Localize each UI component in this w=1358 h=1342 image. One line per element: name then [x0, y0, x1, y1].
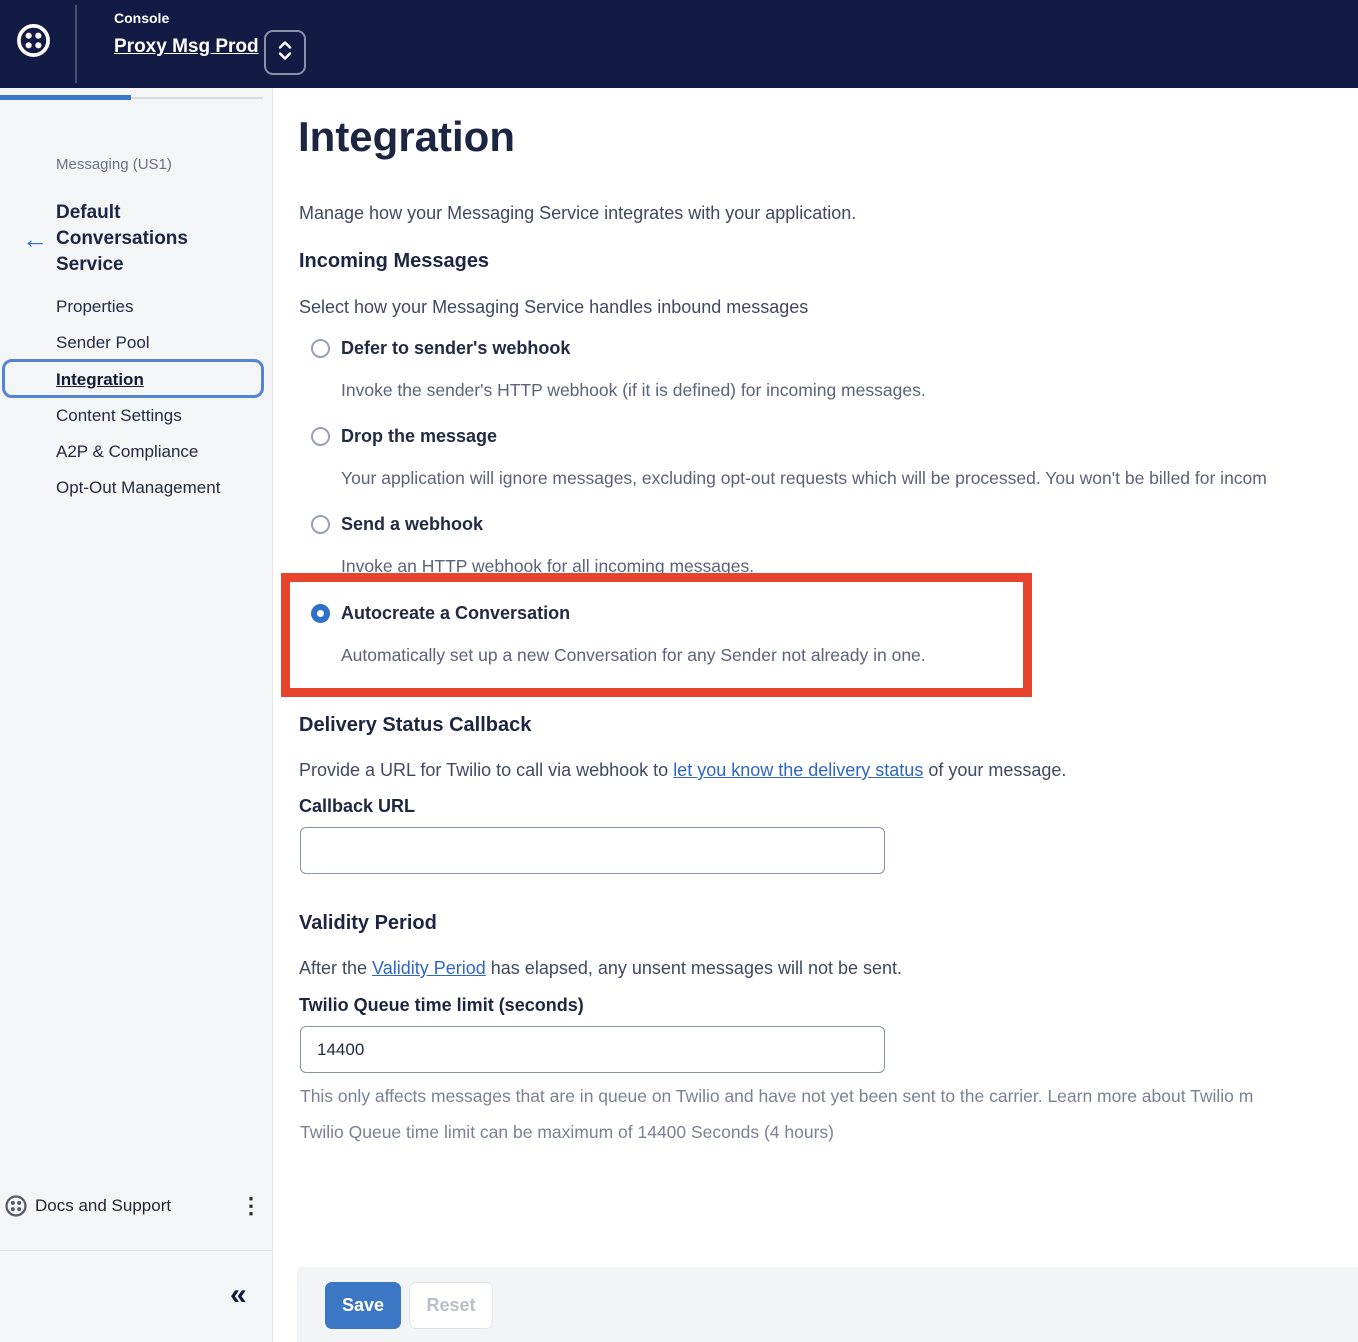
delivery-status-heading: Delivery Status Callback: [299, 714, 531, 737]
sidebar-section-label: Messaging (US1): [56, 156, 172, 173]
delivery-status-link[interactable]: let you know the delivery status: [673, 760, 923, 780]
radio-label[interactable]: Send a webhook: [341, 514, 483, 535]
radio-button-defer[interactable]: [311, 339, 330, 358]
sidebar: Messaging (US1) ← Default Conversations …: [0, 88, 273, 1342]
page-subtitle: Manage how your Messaging Service integr…: [299, 203, 856, 224]
sidebar-item-content-settings[interactable]: Content Settings: [56, 406, 256, 426]
sidebar-item-a2p-compliance[interactable]: A2P & Compliance: [56, 442, 256, 462]
radio-button-autocreate-selected[interactable]: [311, 604, 330, 623]
footer-action-bar: Save Reset: [297, 1267, 1358, 1342]
radio-description: Automatically set up a new Conversation …: [341, 645, 926, 666]
validity-period-description: After the Validity Period has elapsed, a…: [299, 958, 902, 979]
delivery-desc-prefix: Provide a URL for Twilio to call via web…: [299, 760, 673, 780]
account-name-link[interactable]: Proxy Msg Prod: [114, 36, 259, 58]
kebab-menu-icon[interactable]: ⋮: [240, 1190, 262, 1222]
sidebar-item-properties[interactable]: Properties: [56, 297, 256, 317]
navbar-divider: [75, 5, 77, 83]
back-arrow-icon[interactable]: ←: [22, 226, 48, 252]
collapse-sidebar-icon[interactable]: «: [230, 1280, 247, 1310]
incoming-messages-description: Select how your Messaging Service handle…: [299, 297, 808, 318]
delivery-desc-suffix: of your message.: [923, 760, 1066, 780]
up-down-chevron-icon: [277, 39, 293, 67]
radio-description: Invoke the sender's HTTP webhook (if it …: [341, 380, 926, 401]
callback-url-input[interactable]: [300, 827, 885, 874]
delivery-status-description: Provide a URL for Twilio to call via web…: [299, 760, 1066, 781]
validity-desc-suffix: has elapsed, any unsent messages will no…: [486, 958, 902, 978]
twilio-logo-icon[interactable]: [15, 22, 52, 64]
top-navbar: Console Proxy Msg Prod: [0, 0, 1358, 88]
queue-time-limit-label: Twilio Queue time limit (seconds): [299, 995, 584, 1016]
radio-description: Invoke an HTTP webhook for all incoming …: [341, 556, 754, 577]
console-label: Console: [114, 10, 169, 26]
radio-button-webhook[interactable]: [311, 515, 330, 534]
sidebar-service-name[interactable]: Default Conversations Service: [56, 200, 216, 278]
account-switcher-button[interactable]: [264, 30, 306, 75]
sidebar-item-sender-pool[interactable]: Sender Pool: [56, 333, 256, 353]
save-button[interactable]: Save: [325, 1282, 401, 1329]
sidebar-top-track: [131, 97, 263, 99]
incoming-messages-heading: Incoming Messages: [299, 250, 489, 273]
docs-and-support-label: Docs and Support: [35, 1196, 171, 1216]
validity-period-link[interactable]: Validity Period: [372, 958, 486, 978]
sidebar-item-integration[interactable]: Integration: [56, 370, 256, 390]
sidebar-top-progress-bar: [0, 95, 131, 100]
radio-label[interactable]: Defer to sender's webhook: [341, 338, 570, 359]
radio-label[interactable]: Autocreate a Conversation: [341, 603, 570, 624]
red-highlight-annotation-box: [281, 573, 1032, 697]
callback-url-label: Callback URL: [299, 796, 415, 817]
queue-time-limit-input[interactable]: [300, 1026, 885, 1073]
radio-label[interactable]: Drop the message: [341, 426, 497, 447]
life-ring-icon: [4, 1194, 28, 1223]
validity-desc-prefix: After the: [299, 958, 372, 978]
docs-and-support-row[interactable]: Docs and Support ⋮: [0, 1190, 273, 1226]
page-title: Integration: [298, 113, 515, 161]
radio-button-drop[interactable]: [311, 427, 330, 446]
sidebar-item-opt-out-management[interactable]: Opt-Out Management: [56, 478, 256, 498]
radio-description: Your application will ignore messages, e…: [341, 468, 1267, 489]
reset-button[interactable]: Reset: [409, 1282, 493, 1329]
validity-period-heading: Validity Period: [299, 912, 437, 935]
queue-helper-text-2: Twilio Queue time limit can be maximum o…: [300, 1122, 834, 1143]
sidebar-divider: [0, 1250, 273, 1251]
queue-helper-text-1: This only affects messages that are in q…: [300, 1086, 1253, 1107]
